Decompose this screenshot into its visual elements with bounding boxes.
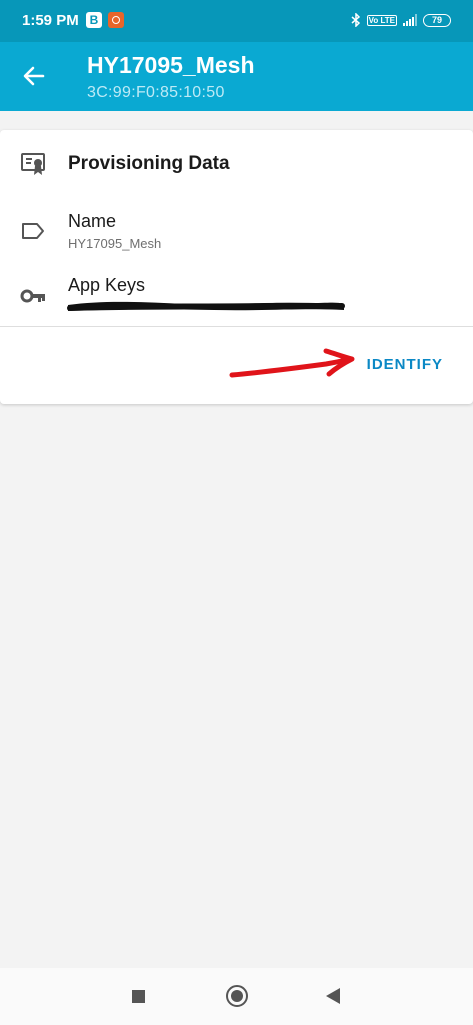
device-address: 3C:99:F0:85:10:50	[87, 84, 225, 101]
red-arrow-annotation	[229, 348, 355, 378]
status-bar: 1:59 PM B Vo LTE 79	[0, 0, 473, 42]
notification-app-icon	[108, 12, 124, 28]
home-circle-icon[interactable]	[226, 985, 248, 1007]
identify-button[interactable]: IDENTIFY	[367, 356, 443, 373]
app-keys-label: App Keys	[68, 275, 146, 295]
status-time: 1:59 PM	[22, 12, 79, 29]
back-triangle-icon[interactable]	[326, 988, 340, 1004]
bluetooth-icon	[351, 13, 360, 27]
card-heading: Provisioning Data	[68, 153, 230, 174]
volte-icon: Vo LTE	[366, 14, 397, 26]
key-icon	[20, 289, 45, 303]
certificate-icon	[21, 153, 45, 175]
notification-b-icon: B	[86, 12, 102, 28]
recents-square-icon[interactable]	[132, 990, 145, 1003]
arrow-left-icon[interactable]	[20, 62, 48, 90]
app-bar: HY17095_Mesh 3C:99:F0:85:10:50	[0, 42, 473, 111]
system-nav-bar	[0, 968, 473, 1025]
status-indicators: Vo LTE 79	[351, 11, 451, 29]
signal-icon	[403, 14, 417, 26]
divider	[0, 326, 473, 327]
page-title: HY17095_Mesh	[87, 52, 255, 78]
redaction-mark	[67, 301, 345, 311]
battery-icon: 79	[423, 13, 451, 27]
name-label: Name	[68, 211, 117, 231]
provisioning-data-card: Provisioning Data Name HY17095_Mesh App …	[0, 130, 473, 404]
label-tag-icon	[22, 223, 44, 239]
name-value: HY17095_Mesh	[68, 236, 162, 251]
